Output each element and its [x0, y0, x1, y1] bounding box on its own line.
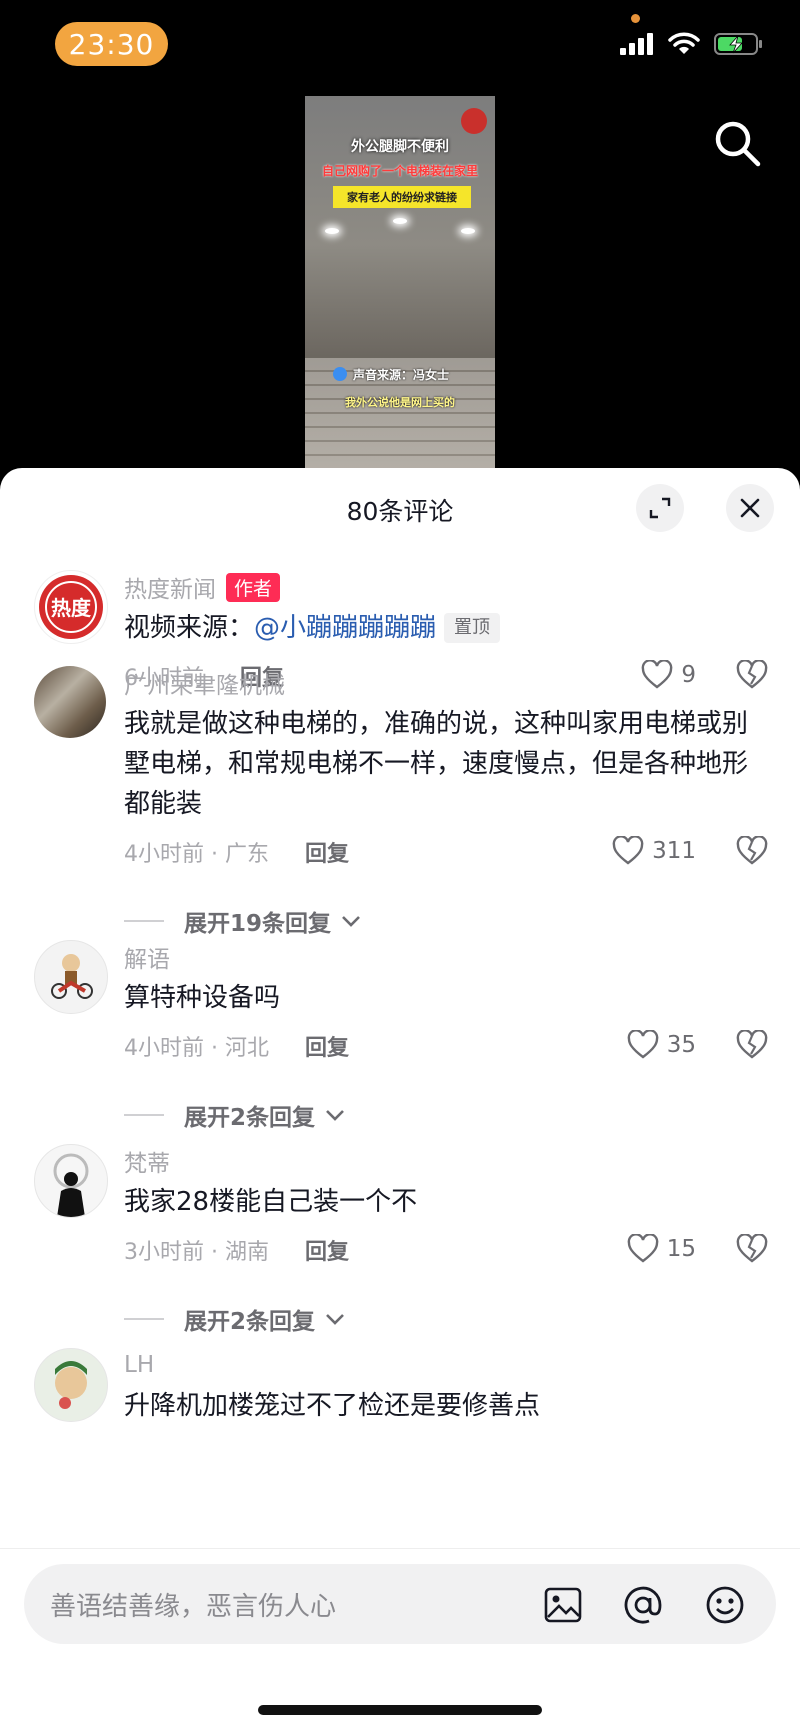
expand-replies-label: 展开19条回复 [184, 911, 332, 937]
emoji-icon [706, 1586, 744, 1624]
comment-username[interactable]: 热度新闻 [124, 570, 216, 604]
dislike-button[interactable] [736, 835, 768, 870]
ceiling-light [325, 228, 339, 234]
comment-sheet: 80条评论 热度 热度新闻 作者 视频来源：@小蹦蹦蹦蹦蹦 置顶 6小时前 回复 … [0, 468, 800, 1731]
divider [124, 920, 164, 922]
svg-text:热度: 热度 [51, 596, 92, 620]
like-button[interactable]: 15 [627, 1234, 696, 1264]
emoji-button[interactable] [704, 1584, 746, 1626]
search-icon [715, 121, 761, 167]
close-icon [740, 498, 760, 518]
like-count: 15 [666, 1236, 696, 1262]
expand-replies-label: 展开2条回复 [184, 1105, 316, 1131]
chevron-down-icon [326, 1110, 344, 1121]
ceiling-light [393, 218, 407, 224]
at-icon [624, 1586, 662, 1624]
like-button[interactable]: 311 [612, 836, 696, 866]
comment-time: 3小时前 · 湖南 [124, 1240, 269, 1265]
heart-icon [627, 1030, 659, 1059]
chevron-down-icon [326, 1314, 344, 1325]
avatar[interactable] [34, 940, 108, 1014]
video-red-caption: 自己网购了一个电梯装在家里 [321, 164, 478, 178]
divider [124, 1114, 164, 1116]
comment-input-placeholder: 善语结善缘，恶言伤人心 [50, 1592, 337, 1622]
mention-link[interactable]: @小蹦蹦蹦蹦蹦 [254, 613, 436, 643]
status-time: 23:30 [55, 22, 168, 66]
status-icons [620, 32, 764, 56]
dislike-button[interactable] [736, 1233, 768, 1268]
video-sound-source: 声音来源：冯女士 [333, 366, 449, 383]
comment-text: 我就是做这种电梯的，准确的说，这种叫家用电梯或别墅电梯，和常规电梯不一样，速度慢… [124, 709, 749, 819]
battery-icon [714, 33, 762, 55]
close-button[interactable] [726, 484, 774, 532]
comment-body: 解语 算特种设备吗 [124, 940, 764, 1018]
comment-item: LH 升降机加楼笼过不了检还是要修善点 [0, 1348, 800, 1548]
expand-button[interactable] [636, 484, 684, 532]
avatar[interactable] [34, 666, 106, 738]
comment-text: 算特种设备吗 [124, 983, 281, 1013]
sheet-header: 80条评论 [0, 468, 800, 550]
expand-icon [649, 497, 671, 519]
like-button[interactable]: 35 [627, 1030, 696, 1060]
comment-body: LH 升降机加楼笼过不了检还是要修善点 [124, 1348, 764, 1426]
comment-meta: 3小时前 · 湖南 回复 [124, 1234, 349, 1266]
pinned-badge: 置顶 [444, 613, 501, 643]
like-count: 35 [666, 1032, 696, 1058]
heart-icon [627, 1234, 659, 1263]
comment-time: 4小时前 · 河北 [124, 1036, 269, 1061]
reply-button[interactable]: 回复 [305, 1234, 349, 1266]
video-thumbnail[interactable]: 外公腿脚不便利 自己网购了一个电梯装在家里 家有老人的纷纷求链接 声音来源：冯女… [305, 96, 495, 468]
chevron-down-icon [342, 916, 360, 927]
dislike-icon [736, 1233, 768, 1263]
author-badge: 作者 [226, 572, 281, 602]
signal-icon [620, 33, 653, 55]
comment-text: 视频来源：@小蹦蹦蹦蹦蹦 置顶 [124, 608, 764, 648]
dislike-icon [736, 1029, 768, 1059]
avatar[interactable] [34, 1144, 108, 1218]
status-bar: 23:30 [0, 0, 800, 90]
comment-input[interactable]: 善语结善缘，恶言伤人心 [24, 1564, 776, 1644]
comment-meta: 4小时前 · 河北 回复 [124, 1030, 349, 1062]
comment-username[interactable]: 解语 [124, 940, 764, 974]
divider [124, 1318, 164, 1320]
avatar[interactable] [34, 1348, 108, 1422]
video-subtitle: 我外公说他是网上买的 [345, 396, 455, 409]
comment-text: 升降机加楼笼过不了检还是要修善点 [124, 1391, 541, 1421]
expand-replies-button[interactable]: 展开2条回复 [124, 1098, 345, 1132]
reply-button[interactable]: 回复 [305, 836, 349, 868]
image-button[interactable] [542, 1584, 584, 1626]
video-yellow-caption: 家有老人的纷纷求链接 [333, 186, 471, 208]
wifi-icon [668, 32, 700, 54]
comment-username[interactable]: 梵蒂 [124, 1144, 764, 1178]
comment-text-prefix: 视频来源： [124, 613, 255, 643]
dislike-button[interactable] [736, 1029, 768, 1064]
ceiling-light [461, 228, 475, 234]
comment-user-row: 热度新闻 作者 [124, 570, 764, 604]
comment-username[interactable]: 广州荣聿隆机械 [124, 666, 764, 700]
comment-meta: 4小时前 · 广东 回复 [124, 836, 349, 868]
privacy-indicator-dot [631, 14, 640, 23]
comment-body: 广州荣聿隆机械 我就是做这种电梯的，准确的说，这种叫家用电梯或别墅电梯，和常规电… [124, 666, 764, 824]
like-count: 311 [652, 838, 696, 864]
dislike-icon [736, 835, 768, 865]
image-icon [544, 1587, 582, 1623]
expand-replies-label: 展开2条回复 [184, 1309, 316, 1335]
expand-replies-button[interactable]: 展开2条回复 [124, 1302, 345, 1336]
home-indicator[interactable] [258, 1705, 542, 1715]
video-channel-logo [461, 108, 487, 134]
avatar[interactable]: 热度 [34, 570, 108, 644]
comment-text: 我家28楼能自己装一个不 [124, 1187, 418, 1217]
comment-username[interactable]: LH [124, 1348, 764, 1382]
comment-time: 4小时前 · 广东 [124, 842, 269, 867]
expand-replies-button[interactable]: 展开19条回复 [124, 904, 361, 938]
comment-body: 热度新闻 作者 视频来源：@小蹦蹦蹦蹦蹦 置顶 [124, 570, 764, 648]
heart-icon [612, 836, 644, 865]
search-button[interactable] [712, 118, 764, 170]
reply-button[interactable]: 回复 [305, 1030, 349, 1062]
video-title-caption: 外公腿脚不便利 [351, 139, 449, 155]
comment-body: 梵蒂 我家28楼能自己装一个不 [124, 1144, 764, 1222]
mention-button[interactable] [622, 1584, 664, 1626]
